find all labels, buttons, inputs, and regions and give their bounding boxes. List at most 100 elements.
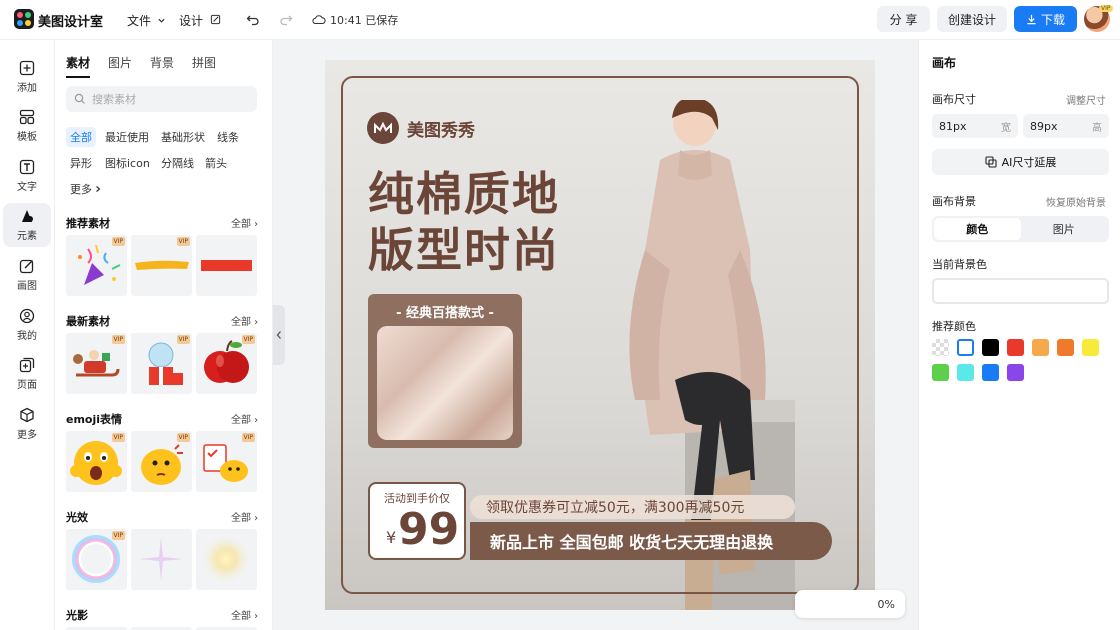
app-name: 美图设计室	[38, 15, 104, 30]
edit-icon	[210, 14, 220, 25]
plus-square-icon	[19, 60, 35, 76]
price-value: 99	[398, 504, 460, 555]
material-thumbnail[interactable]	[131, 529, 192, 590]
material-thumbnail[interactable]: VIP	[196, 431, 257, 492]
page-icon	[19, 357, 35, 373]
swatch-purple[interactable]	[1007, 364, 1024, 381]
design-menu[interactable]: 设计	[179, 12, 221, 29]
material-thumbnail[interactable]: VIP	[66, 529, 127, 590]
material-thumbnail[interactable]	[196, 529, 257, 590]
section-all-link[interactable]: 全部 ›	[231, 607, 258, 622]
width-field[interactable]: 81px 宽	[932, 114, 1018, 138]
section-all-link[interactable]: 全部 ›	[231, 509, 258, 524]
swatch-transparent[interactable]	[932, 339, 949, 356]
swatch-green[interactable]	[932, 364, 949, 381]
cube-icon	[20, 407, 34, 423]
width-unit: 宽	[1001, 122, 1011, 134]
create-design-button[interactable]: 创建设计	[937, 6, 1007, 32]
tab-materials[interactable]: 素材	[66, 54, 91, 78]
tab-bg-color[interactable]: 颜色	[934, 218, 1021, 240]
promo-shipping-banner[interactable]: 新品上市 全国包邮 收货七天无理由退换	[470, 522, 832, 560]
swatch-white[interactable]	[957, 339, 974, 356]
redo-icon[interactable]	[277, 11, 295, 29]
chip-irregular[interactable]: 异形	[66, 153, 96, 173]
vip-badge: VIP	[111, 335, 125, 344]
chip-icons[interactable]: 图标icon	[101, 153, 154, 173]
height-unit: 高	[1092, 122, 1102, 134]
sidebar-item-draw[interactable]: 画图	[3, 253, 51, 297]
chip-basic-shapes[interactable]: 基础形状	[157, 127, 209, 147]
material-thumbnail[interactable]: VIP	[66, 333, 127, 394]
tab-collage[interactable]: 拼图	[192, 54, 216, 78]
swatch-blue[interactable]	[982, 364, 999, 381]
sidebar-item-mine[interactable]: 我的	[3, 303, 51, 347]
chip-lines[interactable]: 线条	[213, 127, 243, 147]
sidebar-item-template[interactable]: 模板	[3, 104, 51, 148]
chip-arrows[interactable]: 箭头	[201, 153, 231, 173]
search-placeholder: 搜索素材	[92, 93, 136, 106]
section-all-link[interactable]: 全部 ›	[231, 411, 258, 426]
sidebar-item-elements[interactable]: 元素	[3, 203, 51, 247]
share-button[interactable]: 分 享	[877, 6, 930, 32]
swatch-cyan[interactable]	[957, 364, 974, 381]
left-icon-bar: 添加 模板 文字 元素 画图 我的 页面 更多	[0, 40, 55, 630]
material-thumbnail[interactable]	[196, 235, 257, 296]
properties-panel: 画布 画布尺寸 调整尺寸 81px 宽 89px 高 AI尺寸延展 画布背景 恢…	[918, 40, 1120, 630]
current-bg-color-field[interactable]	[932, 278, 1109, 304]
panel-collapse-handle[interactable]	[273, 305, 285, 365]
file-menu[interactable]: 文件	[127, 12, 166, 29]
material-panel: 素材 图片 背景 拼图 搜索素材 全部 最近使用 基础形状 线条 异形 图标ic…	[55, 40, 273, 630]
tab-images[interactable]: 图片	[108, 54, 132, 78]
material-thumbnail[interactable]: VIP	[131, 235, 192, 296]
vip-badge: VIP	[111, 433, 125, 442]
brand-logo: 美图秀秀	[367, 112, 475, 144]
undo-icon[interactable]	[244, 11, 262, 29]
sidebar-item-more[interactable]: 更多	[3, 402, 51, 446]
restore-bg-link[interactable]: 恢复原始背景	[1046, 194, 1106, 209]
chip-recent[interactable]: 最近使用	[101, 127, 153, 147]
tab-backgrounds[interactable]: 背景	[150, 54, 174, 78]
promo-coupon-text[interactable]: 领取优惠券可立减50元，满300再减50元	[470, 495, 795, 519]
zoom-control[interactable]: 0%	[795, 590, 905, 618]
feature-box[interactable]: - 经典百搭款式 -	[368, 294, 522, 448]
vip-badge: VIP	[241, 335, 255, 344]
price-tag[interactable]: 活动到手价仅 ¥ 99	[368, 482, 466, 560]
material-thumbnail[interactable]: VIP	[131, 333, 192, 394]
poster-headline-1[interactable]: 纯棉质地	[368, 171, 560, 217]
section-all-link[interactable]: 全部 ›	[231, 313, 258, 328]
download-button[interactable]: 下载	[1014, 6, 1077, 32]
material-thumbnail[interactable]: VIP	[66, 431, 127, 492]
user-icon	[19, 308, 35, 324]
material-thumbnail[interactable]: VIP	[66, 235, 127, 296]
swatch-light-orange[interactable]	[1032, 339, 1049, 356]
chip-dividers[interactable]: 分隔线	[157, 153, 198, 173]
section-all-label: 全部	[231, 219, 251, 230]
cloud-icon	[312, 15, 326, 25]
sidebar-item-text[interactable]: 文字	[3, 154, 51, 198]
ai-resize-button[interactable]: AI尺寸延展	[932, 149, 1109, 175]
swatch-orange[interactable]	[1057, 339, 1074, 356]
vip-badge: VIP	[111, 531, 125, 540]
swatch-red[interactable]	[1007, 339, 1024, 356]
red-bar-shape	[201, 260, 252, 271]
design-canvas[interactable]: 美图秀秀 纯棉质地 版型时尚 - 经典百搭款式 - 领取优惠券可立减50元，满3…	[325, 60, 875, 610]
chip-all[interactable]: 全部	[66, 127, 96, 147]
section-all-label: 全部	[231, 513, 251, 524]
sidebar-item-add[interactable]: 添加	[3, 55, 51, 99]
search-input[interactable]: 搜索素材	[66, 86, 257, 112]
app-logo-icon[interactable]	[14, 9, 34, 29]
adjust-size-link[interactable]: 调整尺寸	[1066, 92, 1106, 107]
sidebar-item-page[interactable]: 页面	[3, 352, 51, 396]
chip-more[interactable]: 更多	[66, 179, 106, 199]
tab-bg-image[interactable]: 图片	[1021, 218, 1108, 240]
swatch-yellow[interactable]	[1082, 339, 1099, 356]
height-field[interactable]: 89px 高	[1023, 114, 1109, 138]
poster-headline-2[interactable]: 版型时尚	[368, 227, 560, 273]
panel-tabs: 素材 图片 背景 拼图	[66, 54, 216, 78]
section-all-link[interactable]: 全部 ›	[231, 215, 258, 230]
vip-badge: VIP	[111, 237, 125, 246]
material-thumbnail[interactable]: VIP	[131, 431, 192, 492]
swatch-black[interactable]	[982, 339, 999, 356]
material-thumbnail[interactable]: VIP	[196, 333, 257, 394]
section-title-newest: 最新素材	[66, 315, 110, 328]
